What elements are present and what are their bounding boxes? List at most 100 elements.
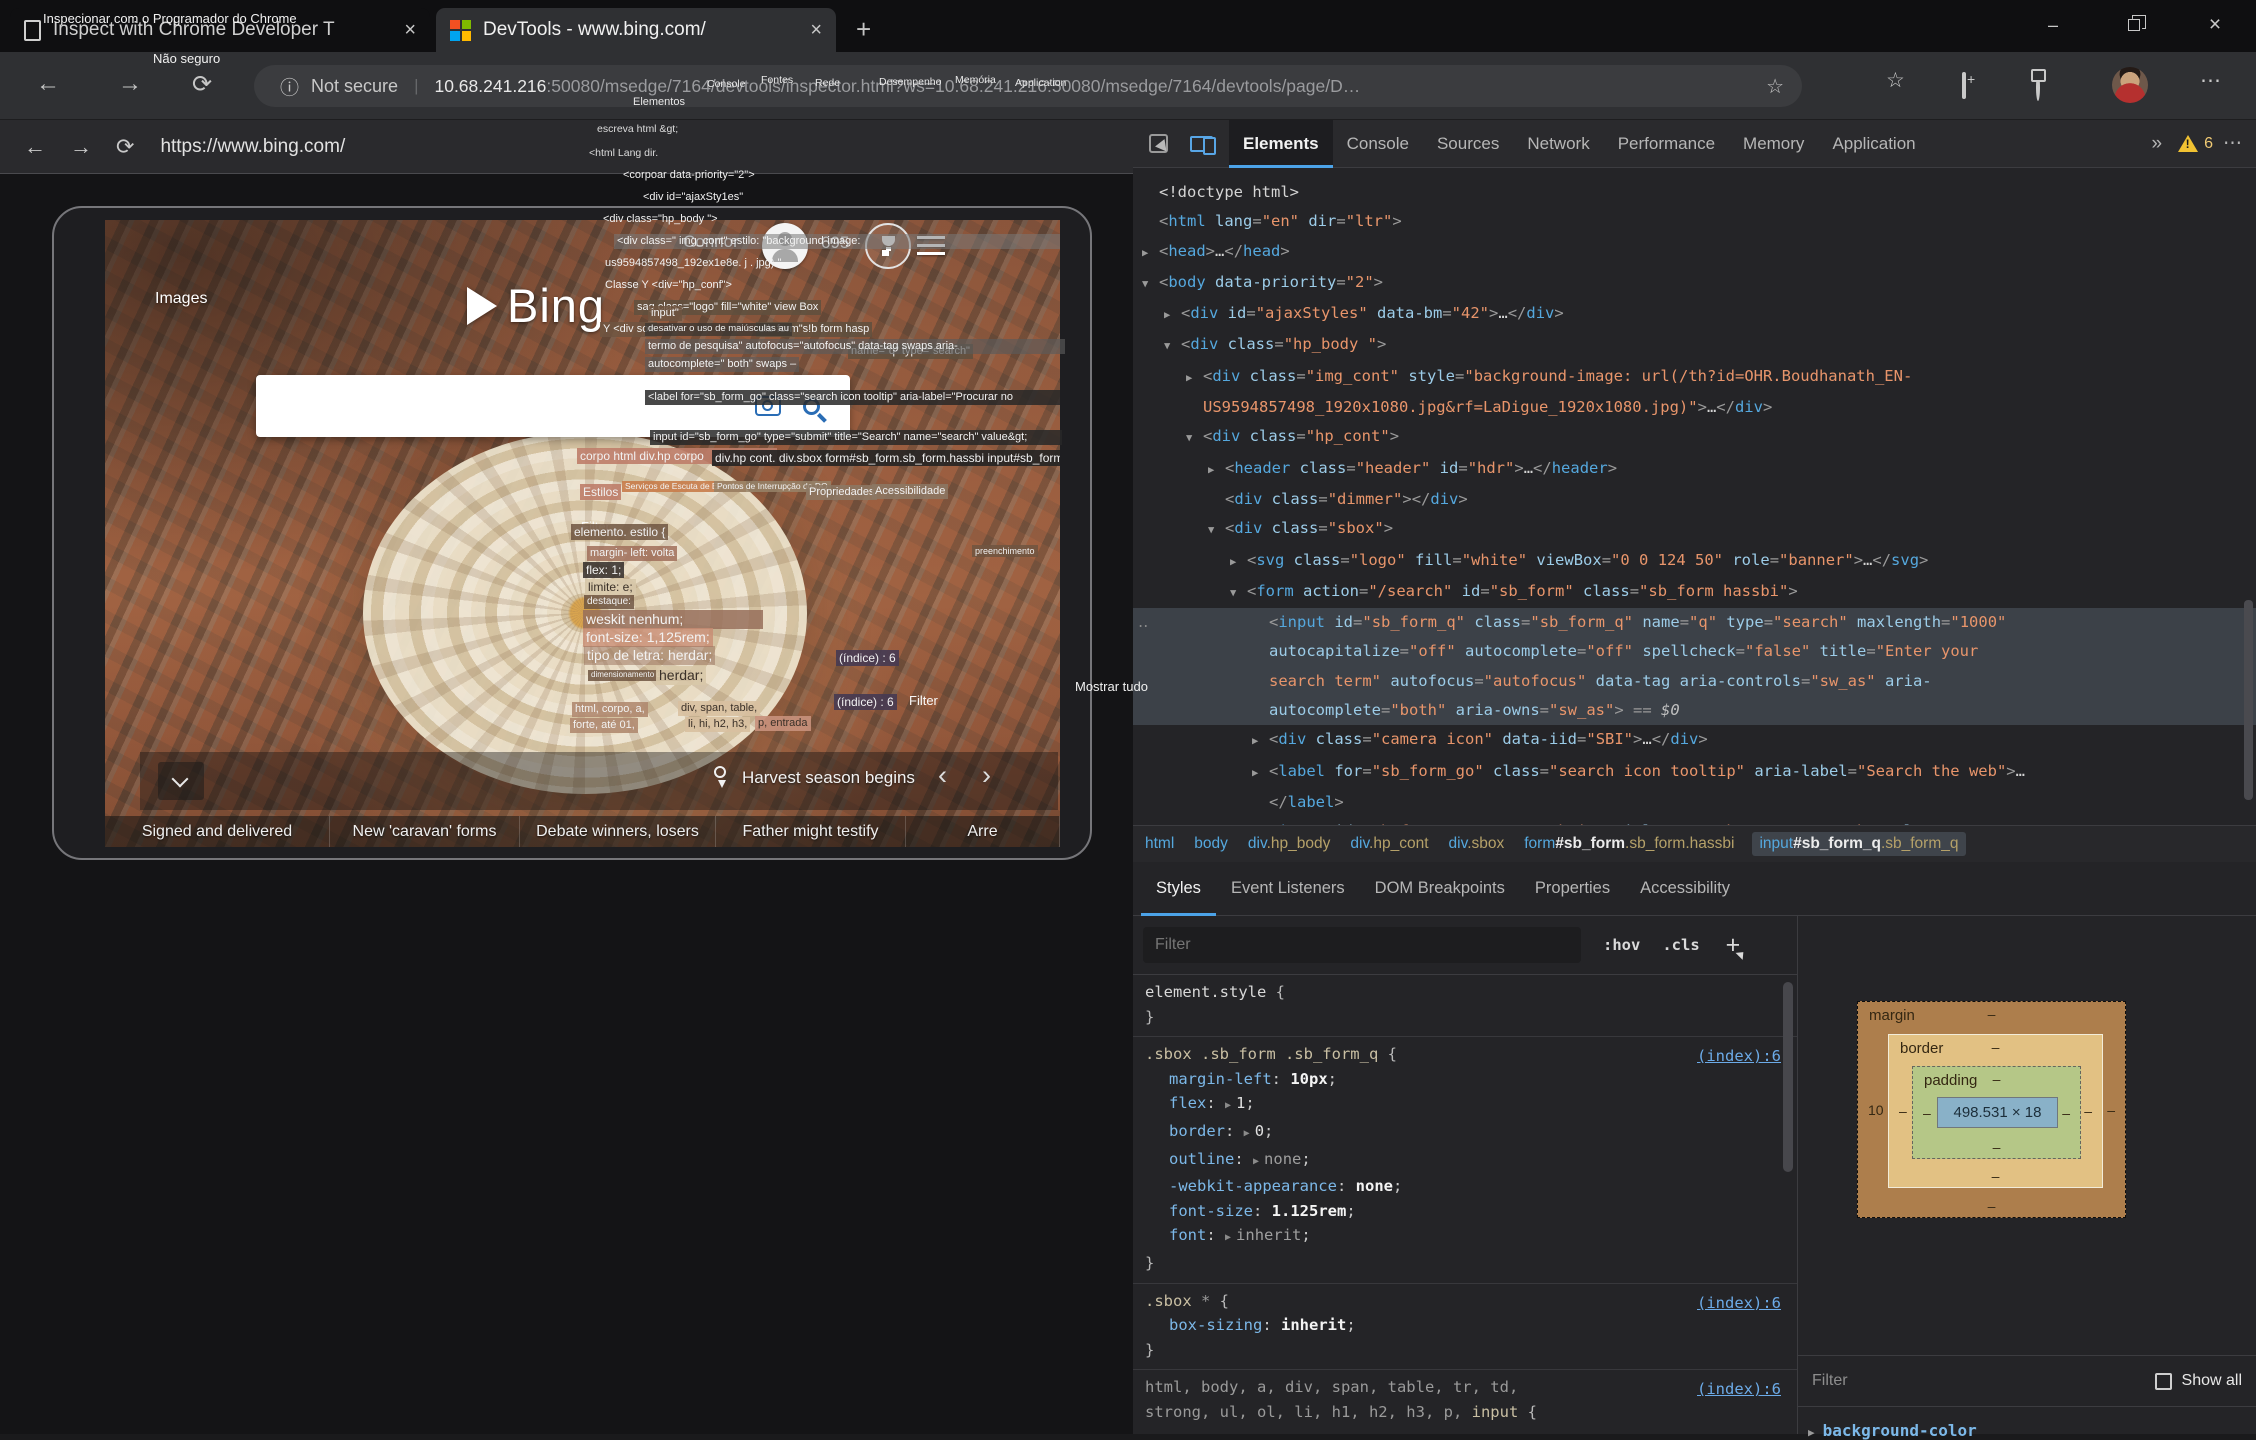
bing-search-input[interactable]	[256, 375, 850, 437]
margin-top-value[interactable]: –	[1988, 1006, 1996, 1022]
profile-avatar[interactable]	[2112, 67, 2148, 103]
breadcrumb-item[interactable]: div.sbox	[1447, 832, 1507, 856]
border-top-value[interactable]: –	[1992, 1039, 2000, 1055]
padding-left-value[interactable]: –	[1923, 1105, 1931, 1121]
reload-button[interactable]: ⟳	[192, 70, 212, 99]
tab-performance[interactable]: Performance	[1604, 120, 1729, 168]
collections-icon[interactable]	[1962, 72, 1966, 99]
styles-scrollbar[interactable]	[1783, 982, 1793, 1172]
stylesheet-link[interactable]: (index):6	[1697, 1044, 1781, 1069]
inspect-element-icon[interactable]	[1149, 134, 1168, 153]
border-bottom-value[interactable]: –	[1992, 1168, 2000, 1184]
info-icon[interactable]: ⓘ	[280, 73, 299, 100]
twisty-icon[interactable]: ▶	[1252, 759, 1269, 788]
tab-console[interactable]: Console	[1333, 120, 1423, 168]
padding-top-value[interactable]: –	[1993, 1071, 2001, 1087]
stylesheet-link[interactable]: (index):6	[1697, 1377, 1781, 1402]
tab-network[interactable]: Network	[1513, 120, 1603, 168]
dom-tree-line[interactable]: ▶ <svg class="logo" fill="white" viewBox=…	[1133, 546, 2256, 577]
more-tabs-icon[interactable]: »	[2144, 133, 2171, 155]
cast-address-input[interactable]: https://www.bing.com/	[160, 136, 345, 158]
twisty-icon[interactable]: ▶	[1142, 239, 1159, 268]
tab-memory[interactable]: Memory	[1729, 120, 1818, 168]
dom-tree-line[interactable]: search term" autofocus="autofocus" data-…	[1133, 666, 2256, 697]
box-model-border[interactable]: border – – – – padding – – – – 498.531 ×…	[1888, 1034, 2103, 1188]
elements-scrollbar[interactable]	[2244, 600, 2253, 800]
hamburger-menu-icon[interactable]	[917, 236, 945, 260]
bing-images-link[interactable]: Images	[155, 290, 207, 308]
browser-tab-devtools[interactable]: DevTools - www.bing.com/ ×	[436, 8, 836, 52]
breadcrumb-item[interactable]: input#sb_form_q.sb_form_q	[1752, 832, 1966, 856]
twisty-icon[interactable]: ▼	[1230, 579, 1247, 608]
visual-search-camera-icon[interactable]	[755, 396, 781, 416]
css-property[interactable]: margin-left: 10px;	[1145, 1067, 1787, 1092]
carousel-caption[interactable]: Harvest season begins	[742, 768, 915, 788]
tab-properties[interactable]: Properties	[1520, 862, 1625, 916]
settings-menu-icon[interactable]: ⋯	[2200, 68, 2221, 93]
twisty-icon[interactable]: ▶	[1252, 727, 1269, 756]
dom-tree-line[interactable]: ▼ <body data-priority="2">	[1133, 268, 2256, 299]
show-all-toggle[interactable]: Show all	[2154, 1372, 2242, 1390]
news-headline[interactable]: Debate winners, losers	[520, 816, 716, 847]
twisty-icon[interactable]: ▼	[1164, 332, 1181, 361]
css-property[interactable]: border: ▶ 0;	[1145, 1119, 1787, 1147]
search-magnifier-icon[interactable]	[803, 397, 820, 415]
dom-tree-line[interactable]: ▶ <label for="sb_form_go" class="search i…	[1133, 757, 2256, 788]
css-property[interactable]: outline: ▶ none;	[1145, 1147, 1787, 1175]
tab-close-icon[interactable]: ×	[810, 19, 822, 42]
border-right-value[interactable]: –	[2084, 1103, 2092, 1119]
show-all-checkbox[interactable]	[2154, 1372, 2172, 1390]
css-property[interactable]: font-size: 1.125rem;	[1145, 1199, 1787, 1224]
breadcrumb-item[interactable]: html	[1143, 832, 1176, 856]
twisty-icon[interactable]: ▶	[1208, 456, 1225, 485]
dom-tree-line[interactable]: ▶ <div id="ajaxStyles" data-bm="42">…</di…	[1133, 299, 2256, 330]
padding-right-value[interactable]: –	[2062, 1105, 2070, 1121]
dom-tree-line[interactable]: ▶ <header class="header" id="hdr">…</head…	[1133, 454, 2256, 485]
carousel-prev-icon[interactable]: ‹	[938, 760, 947, 791]
tab-styles[interactable]: Styles	[1141, 862, 1216, 916]
favorites-bar-icon[interactable]: ☆	[1886, 68, 1905, 93]
box-model-padding[interactable]: padding – – – – 498.531 × 18	[1912, 1066, 2081, 1159]
chevron-down-icon[interactable]	[158, 762, 204, 800]
twisty-icon[interactable]: ▶	[1186, 364, 1203, 393]
tab-dom-breakpoints[interactable]: DOM Breakpoints	[1360, 862, 1520, 916]
box-model-content[interactable]: 498.531 × 18	[1937, 1097, 2058, 1128]
bing-rewards-points[interactable]: 695	[821, 233, 849, 253]
dom-tree-line[interactable]: ▼ <div class="hp_body ">	[1133, 330, 2256, 361]
news-headline[interactable]: Father might testify	[716, 816, 906, 847]
dom-tree[interactable]: <!doctype html> <html lang="en" dir="ltr"…	[1133, 168, 2256, 825]
box-model-margin[interactable]: margin – 10 – – border – – – – padding –…	[1857, 1001, 2126, 1218]
dom-tree-line[interactable]: ▼ <div class="hp_cont">	[1133, 422, 2256, 453]
stylesheet-link[interactable]: (index):6	[1697, 1291, 1781, 1316]
rewards-trophy-icon[interactable]	[865, 223, 911, 269]
window-restore-button[interactable]	[2101, 0, 2167, 50]
computed-property[interactable]: ▶ background-color	[1808, 1421, 1977, 1440]
dom-tree-line[interactable]: autocomplete="both" aria-owns="sw_as"> =…	[1133, 696, 2256, 726]
breadcrumb-item[interactable]: div.hp_body	[1246, 832, 1332, 856]
carousel-next-icon[interactable]: ›	[982, 760, 991, 791]
warning-icon[interactable]	[2178, 135, 2199, 152]
bing-avatar-icon[interactable]	[762, 223, 808, 269]
hover-state-button[interactable]: :hov	[1603, 936, 1640, 954]
margin-right-value[interactable]: –	[2107, 1102, 2115, 1118]
device-toolbar-icon[interactable]	[1190, 135, 1216, 155]
warning-count[interactable]: 6	[2204, 135, 2213, 153]
dom-tree-line[interactable]: <div class="dimmer"></div>	[1133, 485, 2256, 514]
cast-forward-icon[interactable]: →	[70, 134, 92, 160]
css-property[interactable]: font: ▶ inherit;	[1145, 1223, 1787, 1251]
expand-arrow-icon[interactable]: ▶	[1808, 1426, 1815, 1439]
tab-event-listeners[interactable]: Event Listeners	[1216, 862, 1360, 916]
margin-left-value[interactable]: 10	[1868, 1102, 1884, 1118]
twisty-icon[interactable]: ▼	[1186, 424, 1203, 453]
dom-tree-line[interactable]: ▶ <div class="img_cont" style="background…	[1133, 362, 2256, 393]
add-favorite-icon[interactable]: ☆	[1766, 74, 1784, 99]
dom-tree-line[interactable]: ▶ <div class="camera icon" data-iid="SBI"…	[1133, 725, 2256, 756]
dom-tree-line[interactable]: US9594857498_1920x1080.jpg&rf=LaDigue_19…	[1133, 393, 2256, 422]
twisty-icon[interactable]: ▼	[1208, 516, 1225, 545]
forward-button[interactable]: →	[118, 70, 142, 98]
twisty-icon[interactable]: ▼	[1142, 270, 1159, 299]
dom-tree-line[interactable]: <input id="sb_form_go" type="submit" tit…	[1133, 817, 2256, 825]
breadcrumb-item[interactable]: body	[1192, 832, 1230, 856]
bing-username[interactable]: Connor	[683, 232, 739, 252]
news-headline[interactable]: Signed and delivered	[105, 816, 330, 847]
